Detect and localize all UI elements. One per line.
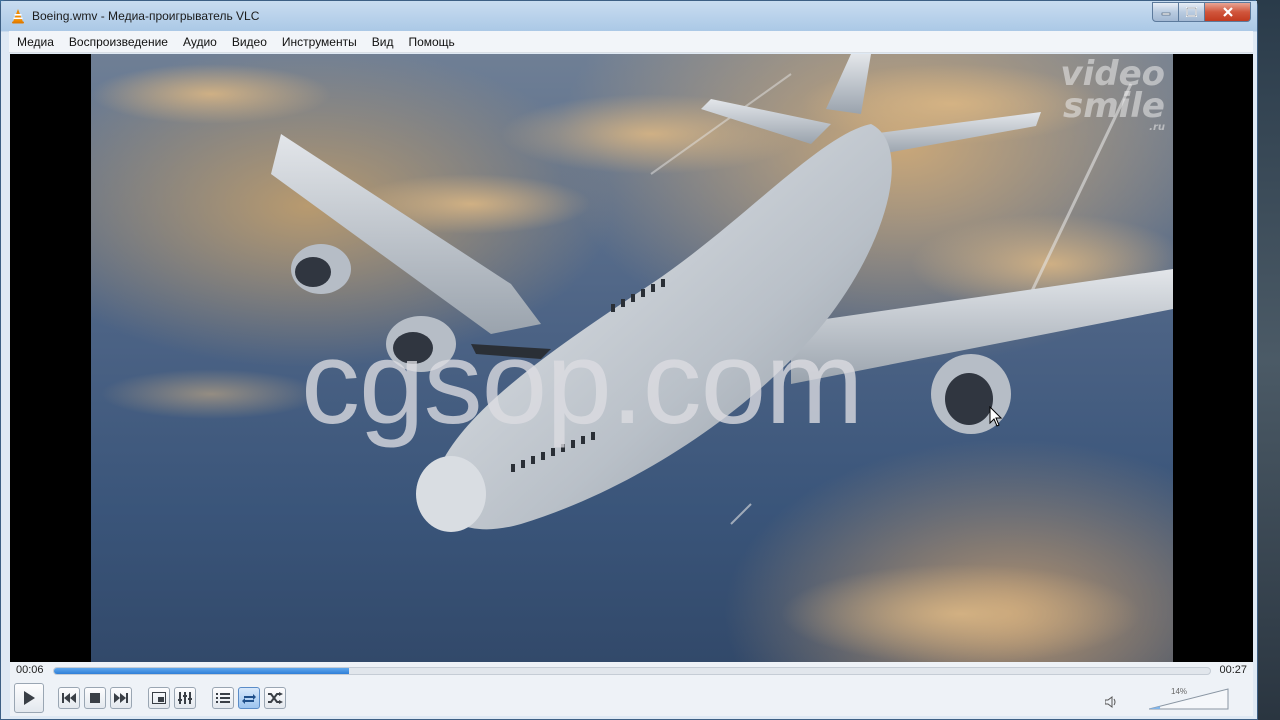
video-frame[interactable]: cgsop.com video smile .ru xyxy=(91,54,1173,662)
menu-playback[interactable]: Воспроизведение xyxy=(61,31,175,53)
seek-bar[interactable] xyxy=(53,667,1211,675)
seek-progress xyxy=(54,668,349,674)
volume-control[interactable]: 14% xyxy=(1105,684,1239,712)
next-icon xyxy=(114,693,128,703)
shuffle-button[interactable] xyxy=(264,687,286,709)
shuffle-icon xyxy=(268,692,283,704)
current-time: 00:06 xyxy=(16,664,44,676)
stop-icon xyxy=(90,693,100,703)
menu-media[interactable]: Медиа xyxy=(9,31,61,53)
volume-slider[interactable] xyxy=(1149,688,1229,710)
loop-icon xyxy=(242,694,256,704)
menu-tools[interactable]: Инструменты xyxy=(274,31,364,53)
desktop-edge xyxy=(1256,0,1280,720)
maximize-button[interactable] xyxy=(1179,2,1205,22)
menu-view[interactable]: Вид xyxy=(364,31,401,53)
watermark-text: cgsop.com xyxy=(301,317,864,449)
play-button[interactable] xyxy=(14,683,44,713)
previous-button[interactable] xyxy=(58,687,80,709)
vlc-cone-icon xyxy=(12,9,24,24)
mouse-cursor-icon xyxy=(989,406,1003,427)
close-button[interactable] xyxy=(1205,2,1251,22)
window-title: Boeing.wmv - Медиа-проигрыватель VLC xyxy=(32,9,260,23)
menu-help[interactable]: Помощь xyxy=(400,31,461,53)
playlist-icon xyxy=(216,693,230,703)
loop-button[interactable] xyxy=(238,687,260,709)
play-icon xyxy=(24,691,35,705)
extended-settings-button[interactable] xyxy=(174,687,196,709)
seek-row: 00:06 00:27 xyxy=(10,662,1253,680)
controls-row: 14% xyxy=(10,680,1253,716)
close-icon xyxy=(1222,7,1233,17)
next-button[interactable] xyxy=(110,687,132,709)
total-time: 00:27 xyxy=(1219,664,1247,676)
minimize-button[interactable] xyxy=(1152,2,1179,22)
speaker-icon[interactable] xyxy=(1105,696,1117,708)
videosmile-logo: video smile .ru xyxy=(1035,57,1165,132)
vlc-window: Boeing.wmv - Медиа-проигрыватель VLC Мед… xyxy=(0,0,1258,720)
window-controls xyxy=(1152,2,1251,22)
previous-icon xyxy=(62,693,76,703)
logo-line-2: smile xyxy=(1062,86,1165,127)
maximize-icon xyxy=(1186,7,1197,17)
minimize-icon xyxy=(1161,12,1170,16)
fullscreen-button[interactable] xyxy=(148,687,170,709)
menu-bar: Медиа Воспроизведение Аудио Видео Инстру… xyxy=(9,31,1253,53)
title-bar[interactable]: Boeing.wmv - Медиа-проигрыватель VLC xyxy=(1,1,1257,31)
video-area[interactable]: cgsop.com video smile .ru xyxy=(10,54,1253,662)
stop-button[interactable] xyxy=(84,687,106,709)
playlist-button[interactable] xyxy=(212,687,234,709)
fullscreen-icon xyxy=(152,692,166,704)
menu-audio[interactable]: Аудио xyxy=(175,31,224,53)
extended-settings-icon xyxy=(178,692,192,704)
menu-video[interactable]: Видео xyxy=(224,31,274,53)
